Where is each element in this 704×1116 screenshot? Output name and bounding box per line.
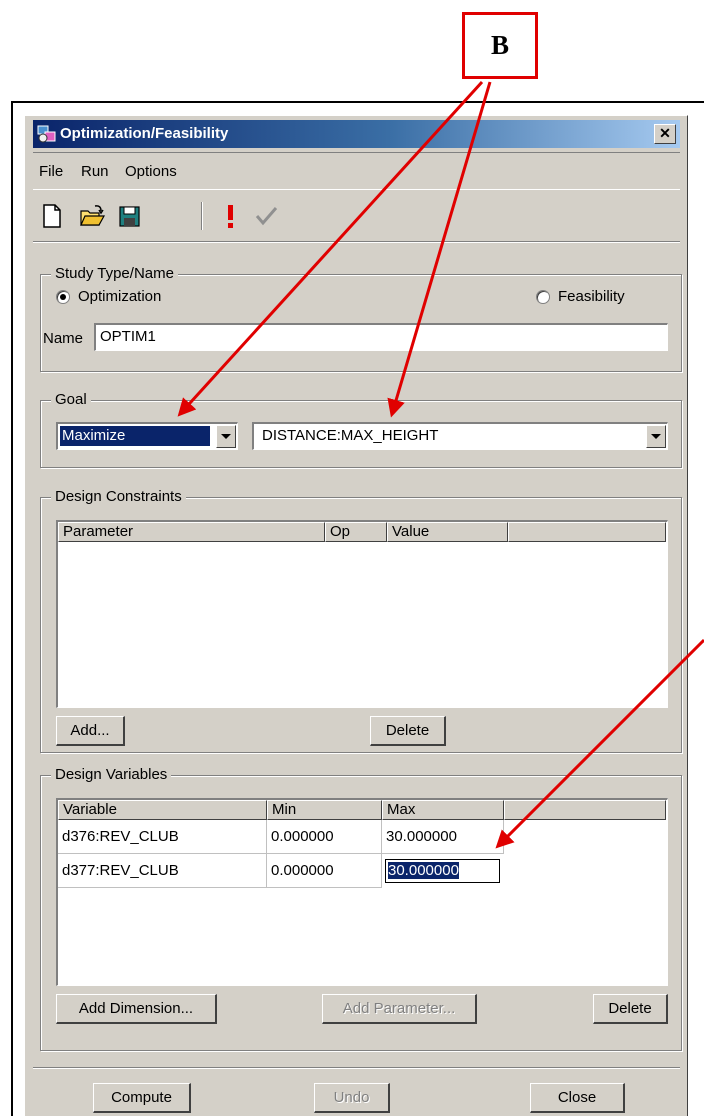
column-header-op[interactable]: Op [325,522,387,542]
checkmark-icon[interactable] [253,202,279,230]
toolbar-separator [201,202,203,230]
column-header-value[interactable]: Value [387,522,508,542]
optimization-radio[interactable] [56,290,70,304]
exclamation-icon[interactable] [217,202,243,230]
constraints-table[interactable]: Parameter Op Value [56,520,668,708]
delete-constraint-button[interactable]: Delete [370,716,446,746]
study-name-input[interactable]: OPTIM1 [94,323,668,351]
undo-button[interactable]: Undo [314,1083,390,1113]
annotation-label-b: B [462,12,538,79]
max-cell-selected-text: 30.000000 [388,862,459,879]
goal-title: Goal [51,391,91,408]
goal-group: Goal Maximize DISTANCE:MAX_HEIGHT [40,391,682,468]
new-file-icon[interactable] [39,202,65,230]
delete-variable-button[interactable]: Delete [593,994,668,1024]
variable-cell[interactable]: d376:REV_CLUB [58,820,267,854]
toolbar [33,196,680,236]
window-title: Optimization/Feasibility [60,125,229,142]
close-icon: ✕ [659,125,671,141]
study-type-group: Study Type/Name Optimization Feasibility… [40,265,682,372]
menu-run[interactable]: Run [81,163,109,180]
close-window-button[interactable]: ✕ [654,124,676,144]
design-constraints-group: Design Constraints Parameter Op Value Ad… [40,488,682,753]
design-variables-group: Design Variables Variable Min Max d376:R… [40,766,682,1051]
toolbar-divider [33,241,680,243]
add-parameter-button[interactable]: Add Parameter... [322,994,477,1024]
save-icon[interactable] [117,202,143,230]
app-icon [37,125,56,143]
optimization-feasibility-dialog: Optimization/Feasibility ✕ File Run Opti… [24,115,688,1116]
goal-target-dropdown[interactable]: DISTANCE:MAX_HEIGHT [252,422,668,450]
menu-file[interactable]: File [39,163,63,180]
variable-cell[interactable]: d377:REV_CLUB [58,854,267,888]
design-constraints-title: Design Constraints [51,488,186,505]
chevron-down-icon[interactable] [216,425,236,448]
study-type-title: Study Type/Name [51,265,178,282]
open-folder-icon[interactable] [79,202,105,230]
goal-target-value: DISTANCE:MAX_HEIGHT [262,427,439,444]
feasibility-radio[interactable] [536,290,550,304]
max-cell[interactable]: 30.000000 [382,820,504,854]
column-header-variable[interactable]: Variable [58,800,267,820]
column-header-empty[interactable] [504,800,666,820]
goal-mode-value: Maximize [59,425,211,447]
menu-bar: File Run Options [33,152,680,190]
goal-mode-dropdown[interactable]: Maximize [56,422,238,450]
footer-divider [33,1067,680,1069]
chevron-down-icon[interactable] [646,425,666,448]
max-cell-editor[interactable]: 30.000000 [385,859,500,883]
add-dimension-button[interactable]: Add Dimension... [56,994,217,1024]
optimization-label: Optimization [78,288,162,305]
close-button[interactable]: Close [530,1083,625,1113]
column-header-parameter[interactable]: Parameter [58,522,325,542]
design-variables-title: Design Variables [51,766,172,783]
column-header-max[interactable]: Max [382,800,504,820]
min-cell[interactable]: 0.000000 [267,820,382,854]
variables-table[interactable]: Variable Min Max d376:REV_CLUB 0.000000 … [56,798,668,986]
min-cell[interactable]: 0.000000 [267,854,382,888]
title-bar[interactable]: Optimization/Feasibility ✕ [33,120,680,148]
add-constraint-button[interactable]: Add... [56,716,125,746]
study-name-value: OPTIM1 [100,328,156,345]
menu-options[interactable]: Options [125,163,177,180]
column-header-empty[interactable] [508,522,666,542]
feasibility-label: Feasibility [558,288,625,305]
column-header-min[interactable]: Min [267,800,382,820]
compute-button[interactable]: Compute [93,1083,191,1113]
name-label: Name [43,330,84,347]
